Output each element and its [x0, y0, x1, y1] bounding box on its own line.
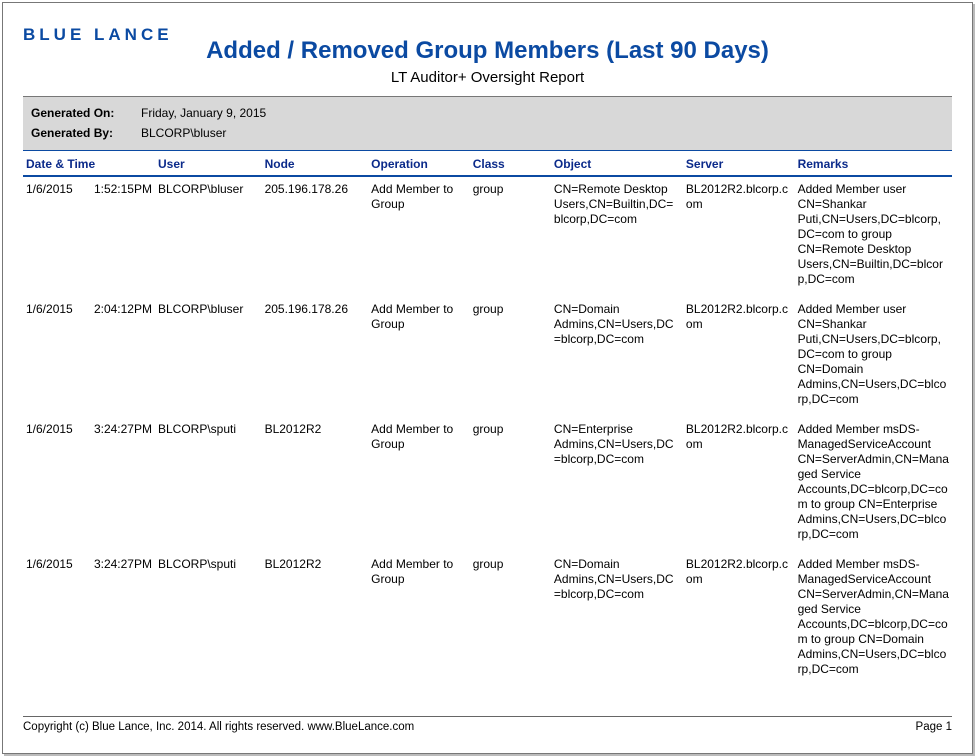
cell-remarks: Added Member user CN=Shankar Puti,CN=Use…	[795, 176, 952, 297]
cell-user: BLCORP\sputi	[155, 417, 262, 552]
cell-datetime: 1/6/2015 3:24:27PM	[23, 552, 155, 687]
cell-class: group	[470, 176, 551, 297]
col-header-server: Server	[683, 150, 795, 176]
report-table: Date & Time User Node Operation Class Ob…	[23, 150, 952, 687]
cell-server: BL2012R2.blcorp.com	[683, 297, 795, 417]
col-header-remarks: Remarks	[795, 150, 952, 176]
cell-time: 3:24:27PM	[84, 557, 152, 572]
cell-date: 1/6/2015	[26, 182, 84, 197]
cell-class: group	[470, 417, 551, 552]
col-header-node: Node	[262, 150, 369, 176]
cell-datetime: 1/6/2015 2:04:12PM	[23, 297, 155, 417]
cell-time: 1:52:15PM	[84, 182, 152, 197]
generated-on-value: Friday, January 9, 2015	[141, 103, 266, 123]
generated-on-label: Generated On:	[31, 103, 141, 123]
footer-copyright: Copyright (c) Blue Lance, Inc. 2014. All…	[23, 721, 414, 733]
cell-date: 1/6/2015	[26, 557, 84, 572]
col-header-object: Object	[551, 150, 683, 176]
cell-object: CN=Domain Admins,CN=Users,DC=blcorp,DC=c…	[551, 552, 683, 687]
generated-by-label: Generated By:	[31, 123, 141, 143]
table-header-row: Date & Time User Node Operation Class Ob…	[23, 150, 952, 176]
cell-datetime: 1/6/2015 1:52:15PM	[23, 176, 155, 297]
cell-node: 205.196.178.26	[262, 176, 369, 297]
cell-datetime: 1/6/2015 3:24:27PM	[23, 417, 155, 552]
table-row: 1/6/2015 3:24:27PM BLCORP\sputi BL2012R2…	[23, 417, 952, 552]
report-subtitle: LT Auditor+ Oversight Report	[23, 69, 952, 86]
cell-user: BLCORP\sputi	[155, 552, 262, 687]
cell-user: BLCORP\bluser	[155, 176, 262, 297]
report-page: BLUE LANCE Added / Removed Group Members…	[2, 2, 973, 754]
col-header-datetime: Date & Time	[23, 150, 155, 176]
cell-time: 3:24:27PM	[84, 422, 152, 437]
cell-operation: Add Member to Group	[368, 417, 470, 552]
table-body: 1/6/2015 1:52:15PM BLCORP\bluser 205.196…	[23, 176, 952, 687]
table-row: 1/6/2015 3:24:27PM BLCORP\sputi BL2012R2…	[23, 552, 952, 687]
cell-date: 1/6/2015	[26, 422, 84, 437]
cell-remarks: Added Member msDS-ManagedServiceAccount …	[795, 417, 952, 552]
col-header-operation: Operation	[368, 150, 470, 176]
cell-server: BL2012R2.blcorp.com	[683, 176, 795, 297]
cell-operation: Add Member to Group	[368, 297, 470, 417]
meta-row-generated-on: Generated On: Friday, January 9, 2015	[31, 103, 944, 123]
cell-class: group	[470, 552, 551, 687]
report-footer: Copyright (c) Blue Lance, Inc. 2014. All…	[23, 716, 952, 733]
generated-by-value: BLCORP\bluser	[141, 123, 226, 143]
col-header-user: User	[155, 150, 262, 176]
cell-object: CN=Enterprise Admins,CN=Users,DC=blcorp,…	[551, 417, 683, 552]
cell-operation: Add Member to Group	[368, 176, 470, 297]
report-meta-block: Generated On: Friday, January 9, 2015 Ge…	[23, 96, 952, 150]
cell-date: 1/6/2015	[26, 302, 84, 317]
cell-time: 2:04:12PM	[84, 302, 152, 317]
cell-object: CN=Domain Admins,CN=Users,DC=blcorp,DC=c…	[551, 297, 683, 417]
cell-class: group	[470, 297, 551, 417]
cell-remarks: Added Member msDS-ManagedServiceAccount …	[795, 552, 952, 687]
cell-operation: Add Member to Group	[368, 552, 470, 687]
cell-user: BLCORP\bluser	[155, 297, 262, 417]
table-row: 1/6/2015 2:04:12PM BLCORP\bluser 205.196…	[23, 297, 952, 417]
meta-row-generated-by: Generated By: BLCORP\bluser	[31, 123, 944, 143]
table-row: 1/6/2015 1:52:15PM BLCORP\bluser 205.196…	[23, 176, 952, 297]
cell-node: 205.196.178.26	[262, 297, 369, 417]
footer-page-number: Page 1	[916, 721, 952, 733]
cell-remarks: Added Member user CN=Shankar Puti,CN=Use…	[795, 297, 952, 417]
cell-object: CN=Remote Desktop Users,CN=Builtin,DC=bl…	[551, 176, 683, 297]
col-header-class: Class	[470, 150, 551, 176]
cell-node: BL2012R2	[262, 552, 369, 687]
cell-server: BL2012R2.blcorp.com	[683, 552, 795, 687]
cell-server: BL2012R2.blcorp.com	[683, 417, 795, 552]
cell-node: BL2012R2	[262, 417, 369, 552]
